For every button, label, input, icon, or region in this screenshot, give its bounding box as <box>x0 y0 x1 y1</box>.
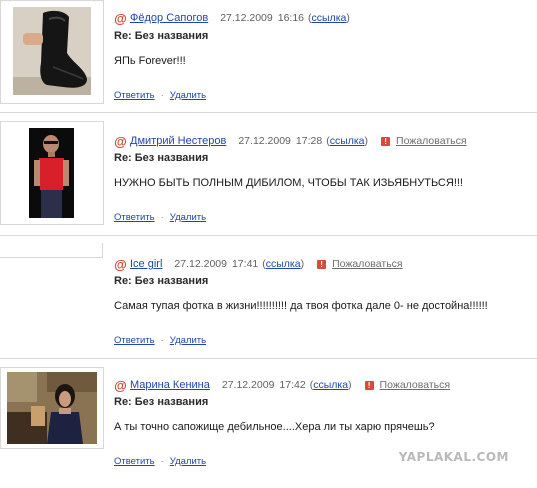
delete-link[interactable]: Удалить <box>170 212 206 223</box>
comment-text: ЯПь Forever!!! <box>114 55 186 67</box>
avatar[interactable] <box>0 0 104 104</box>
comment-text: НУЖНО БЫТЬ ПОЛНЫМ ДИБИЛОМ, ЧТОБЫ ТАК ИЗЬ… <box>114 177 463 189</box>
reply-link[interactable]: Ответить <box>114 212 155 223</box>
delete-link[interactable]: Удалить <box>170 456 206 467</box>
comment-subject: Re: Без названия <box>114 396 209 408</box>
reply-link[interactable]: Ответить <box>114 90 155 101</box>
username-link[interactable]: Дмитрий Нестеров <box>130 135 226 147</box>
comment-text: А ты точно сапожище дебильное....Хера ли… <box>114 421 435 433</box>
site-watermark: YAPLAKAL.COM <box>398 450 509 464</box>
reply-link[interactable]: Ответить <box>114 335 155 346</box>
comment-time: 17:42 <box>279 379 306 391</box>
at-icon: @ <box>114 256 127 272</box>
comment-meta: @ Дмитрий Нестеров 27.12.2009 17:28 (ссы… <box>114 133 467 149</box>
report-link[interactable]: Пожаловаться <box>332 258 403 270</box>
permalink-label[interactable]: ссылка <box>330 135 365 147</box>
separator-dot: · <box>160 212 164 223</box>
permalink-label[interactable]: ссылка <box>313 379 348 391</box>
avatar-man-photo <box>29 128 74 218</box>
report-icon: ! <box>381 136 391 146</box>
report-link[interactable]: Пожаловаться <box>396 135 467 147</box>
boot-image <box>13 7 91 95</box>
comment-time: 17:28 <box>295 135 323 147</box>
comment-meta: @ Фёдор Сапогов 27.12.2009 16:16 (ссылка… <box>114 10 350 26</box>
comment-text: Самая тупая фотка в жизни!!!!!!!!!! да т… <box>114 300 488 312</box>
woman-image <box>7 372 97 444</box>
at-icon: @ <box>114 377 127 393</box>
comment-subject: Re: Без названия <box>114 275 209 287</box>
divider <box>0 112 537 113</box>
separator-dot: · <box>160 456 164 467</box>
comment-time: 17:41 <box>231 258 259 270</box>
comment-meta: @ Ice girl 27.12.2009 17:41 (ссылка) ! П… <box>114 256 403 272</box>
permalink[interactable]: (ссылка) <box>308 12 350 24</box>
comment-meta: @ Марина Кенина 27.12.2009 17:42 (ссылка… <box>114 377 450 393</box>
report-icon: ! <box>317 259 327 269</box>
avatar-woman-photo <box>7 372 97 444</box>
permalink-label[interactable]: ссылка <box>266 258 301 270</box>
username-link[interactable]: Фёдор Сапогов <box>130 12 208 24</box>
avatar-placeholder <box>0 243 103 258</box>
permalink[interactable]: (ссылка) <box>326 135 368 147</box>
man-image <box>29 128 74 218</box>
comment-subject: Re: Без названия <box>114 30 209 42</box>
username-link[interactable]: Ice girl <box>130 258 162 270</box>
at-icon: @ <box>114 10 127 26</box>
avatar[interactable] <box>0 367 104 449</box>
comment-date: 27.12.2009 <box>238 135 291 147</box>
comment-actions: Ответить · Удалить <box>114 90 206 101</box>
separator-dot: · <box>160 335 164 346</box>
comment-date: 27.12.2009 <box>174 258 227 270</box>
permalink[interactable]: (ссылка) <box>262 258 304 270</box>
at-icon: @ <box>114 133 127 149</box>
comment-date: 27.12.2009 <box>220 12 273 24</box>
divider <box>0 235 537 236</box>
comments-page: @ Фёдор Сапогов 27.12.2009 16:16 (ссылка… <box>0 0 537 488</box>
avatar[interactable] <box>0 121 104 225</box>
avatar-boot-photo <box>13 7 91 95</box>
delete-link[interactable]: Удалить <box>170 90 206 101</box>
comment-actions: Ответить · Удалить <box>114 456 206 467</box>
permalink-label[interactable]: ссылка <box>312 12 347 24</box>
report-icon: ! <box>364 380 374 390</box>
separator-dot: · <box>160 90 164 101</box>
report-link[interactable]: Пожаловаться <box>380 379 451 391</box>
comment-actions: Ответить · Удалить <box>114 335 206 346</box>
divider <box>0 358 537 359</box>
reply-link[interactable]: Ответить <box>114 456 155 467</box>
comment-subject: Re: Без названия <box>114 152 209 164</box>
comment-date: 27.12.2009 <box>221 379 275 391</box>
comment-actions: Ответить · Удалить <box>114 212 206 223</box>
username-link[interactable]: Марина Кенина <box>130 379 210 391</box>
delete-link[interactable]: Удалить <box>170 335 206 346</box>
permalink[interactable]: (ссылка) <box>310 379 352 391</box>
comment-time: 16:16 <box>277 12 305 24</box>
